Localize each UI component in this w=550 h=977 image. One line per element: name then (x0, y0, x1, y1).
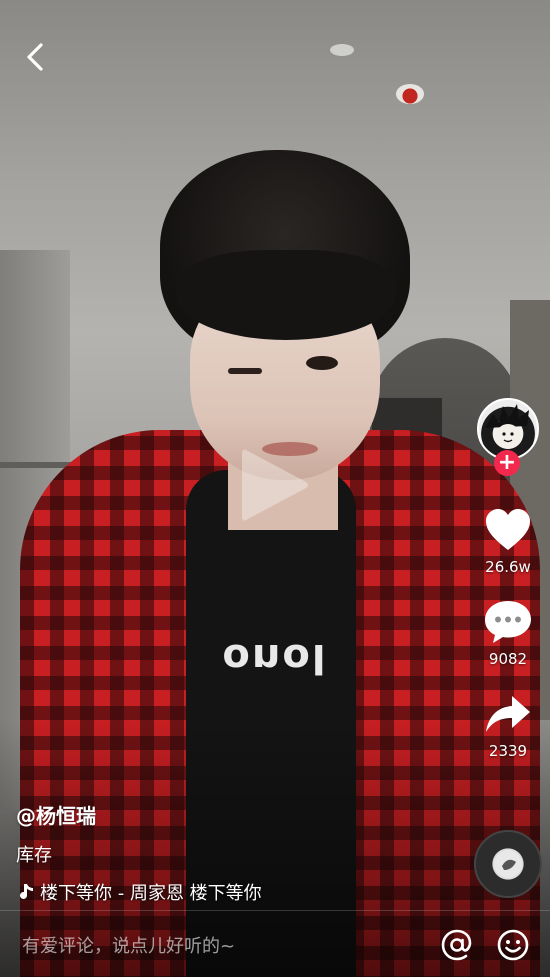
music-note-icon (20, 884, 33, 899)
at-sign-icon (441, 929, 472, 960)
share-button[interactable]: 2339 (481, 690, 535, 760)
music-title: 楼下等你 - 周家恩 楼下等你 (40, 883, 262, 904)
speech-bubble-icon (485, 601, 531, 643)
music-marquee[interactable]: 楼下等你 - 周家恩 楼下等你 (16, 879, 296, 905)
creator-avatar-group: + (477, 398, 539, 476)
like-count: 26.6w (485, 558, 531, 576)
hair-fringe (176, 250, 396, 340)
action-rail: + 26.6w 9082 2339 (476, 398, 540, 782)
play-button[interactable] (232, 440, 316, 530)
comment-input[interactable]: 有爱评论，说点儿好听的~ (22, 932, 438, 958)
heart-icon (486, 509, 530, 550)
chevron-left-icon (27, 43, 43, 71)
play-icon (242, 449, 308, 521)
share-count: 2339 (488, 742, 528, 760)
follow-button[interactable]: + (494, 450, 520, 476)
ceiling-light (330, 44, 354, 56)
left-eye (228, 368, 262, 374)
comment-button[interactable]: 9082 (481, 598, 535, 668)
video-screen: onol + 26.6w 9082 2339 @杨恒瑞 库存 楼下等你 - 周家… (0, 0, 550, 977)
comment-count: 9082 (488, 650, 528, 668)
share-arrow-icon (486, 696, 530, 732)
disc-cover-icon (494, 850, 522, 878)
back-button[interactable] (18, 40, 52, 74)
video-info: @杨恒瑞 库存 楼下等你 - 周家恩 楼下等你 (16, 800, 436, 905)
like-button[interactable]: 26.6w (481, 506, 535, 576)
smoke-alarm (396, 84, 424, 104)
tshirt-print: onol (222, 635, 328, 681)
creator-handle[interactable]: @杨恒瑞 (16, 800, 436, 829)
music-disc[interactable] (474, 830, 542, 898)
video-caption: 库存 (16, 845, 52, 866)
smiley-icon (497, 929, 529, 960)
right-eye (306, 356, 338, 370)
mention-button[interactable] (438, 926, 476, 964)
emoji-button[interactable] (494, 926, 532, 964)
comment-bar: 有爱评论，说点儿好听的~ (0, 910, 550, 977)
